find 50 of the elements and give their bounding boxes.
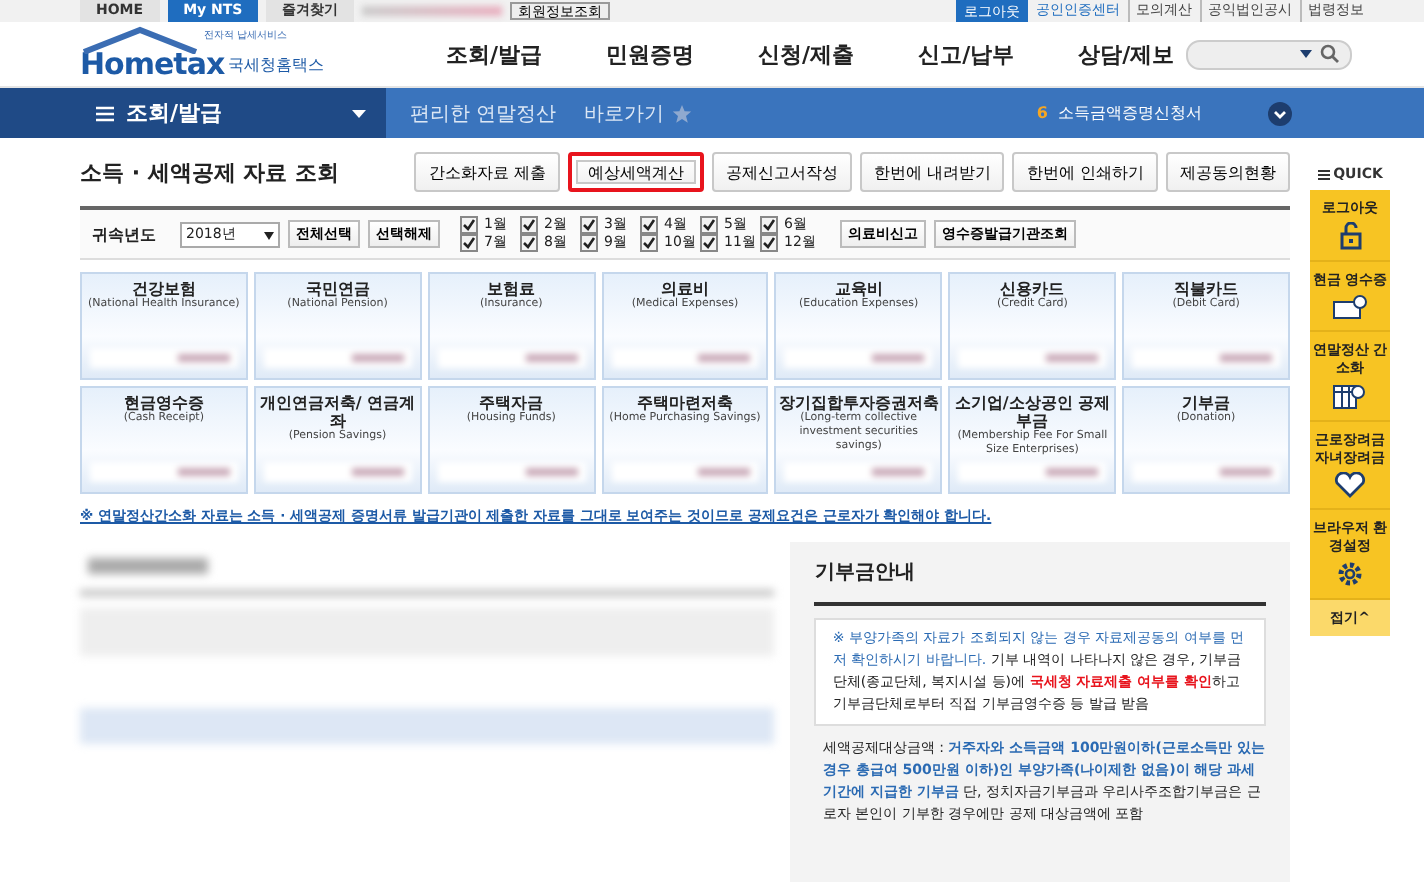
action-button[interactable]: 간소화자료 제출 (414, 152, 560, 192)
category-title: 개인연금저축/ 연금계좌 (257, 394, 418, 430)
search-field[interactable] (1186, 39, 1352, 69)
main-menu-item[interactable]: 신청/제출 (758, 39, 855, 69)
dropdown-icon[interactable] (352, 109, 366, 117)
main-menu-item[interactable]: 상담/제보 (1078, 39, 1175, 69)
menu-icon[interactable] (96, 105, 114, 121)
main-menu-item[interactable]: 조회/발급 (446, 39, 543, 69)
action-button[interactable]: 한번에 인쇄하기 (1012, 152, 1158, 192)
search-icon[interactable] (1320, 44, 1340, 64)
ticker-link[interactable]: 소득금액증명신청서 (1058, 102, 1202, 124)
category-title: 장기집합투자증권저축 (778, 394, 939, 412)
category-title: 신용카드 (1000, 280, 1065, 298)
category-title: 주택마련저축 (636, 394, 733, 412)
guide-title: 기부금안내 (814, 558, 1266, 606)
ticker-number: 6 (1036, 104, 1048, 122)
section-title: 조회/발급 (126, 98, 223, 128)
action-button[interactable]: 공제신고서작성 (711, 152, 852, 192)
category-title: 보험료 (487, 280, 536, 298)
breadcrumb-link[interactable]: 바로가기 (584, 99, 665, 127)
action-button[interactable]: 예상세액계산 (567, 152, 704, 192)
category-title: 소기업/소상공인 공제부금 (952, 394, 1113, 430)
category-title: 교육비 (834, 280, 883, 298)
menu-icon (1317, 169, 1330, 179)
dropdown-icon[interactable] (1300, 50, 1312, 58)
category-title: 국민연금 (305, 280, 370, 298)
page-title: 소득 · 세액공제 자료 조회 (80, 157, 339, 187)
table-magnifier-icon (1332, 382, 1368, 410)
category-title: 현금영수증 (123, 394, 204, 412)
dropdown-icon[interactable] (264, 231, 274, 239)
category-title: 의료비 (660, 280, 709, 298)
logo-text[interactable]: Hometax (80, 46, 225, 82)
category-title: 기부금 (1182, 394, 1231, 412)
heart-icon (1334, 472, 1366, 498)
main-menu-item[interactable]: 민원증명 (606, 39, 695, 69)
action-button[interactable]: 한번에 내려받기 (859, 152, 1005, 192)
star-icon[interactable] (672, 103, 693, 123)
chevron-down-icon[interactable] (1268, 101, 1292, 125)
blurred-name-drawing (362, 6, 503, 16)
action-button[interactable]: 제공동의현황 (1166, 152, 1290, 192)
house-roof-icon (80, 26, 200, 54)
category-title: 직불카드 (1174, 280, 1239, 298)
main-menu-item[interactable]: 신고/납부 (918, 39, 1015, 69)
year-label: 귀속년도 (92, 223, 156, 245)
logo-subtitle: 국세청홈택스 (228, 54, 325, 76)
category-title: 주택자금 (479, 394, 544, 412)
breadcrumb-link[interactable]: 편리한 연말정산 (410, 99, 557, 127)
receipt-icon (1332, 294, 1368, 320)
settings-icon (1336, 560, 1364, 588)
category-title: 건강보험 (131, 280, 196, 298)
